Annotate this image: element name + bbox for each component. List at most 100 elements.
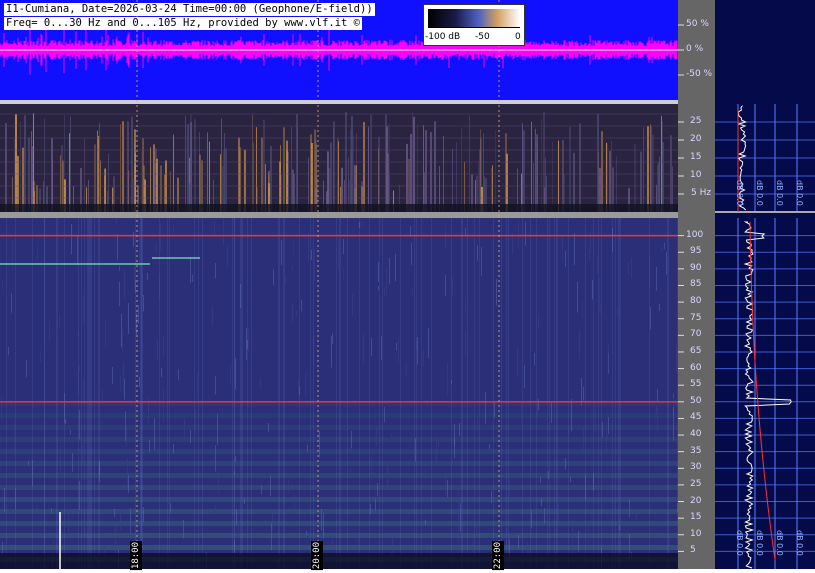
spectrogram-high-streak — [619, 218, 620, 569]
spectrogram-high-speck — [387, 467, 388, 489]
colorbar-gradient — [428, 9, 520, 27]
spectrogram-high-speck — [656, 267, 657, 291]
spectrogram-high-speck — [195, 410, 196, 435]
spectrogram-high-speck — [83, 295, 84, 323]
spectrogram-high-speck — [381, 336, 382, 360]
spectrogram-high-streak — [299, 218, 300, 569]
spectrogram-high-streak — [530, 218, 531, 569]
spectrogram-high-streak — [347, 218, 348, 569]
spectrogram-high-speck — [534, 353, 535, 366]
spectrogram-high-speck — [147, 273, 148, 280]
spectrogram-high-streak — [90, 218, 91, 569]
spectrogram-high-speck — [248, 328, 249, 352]
spectrogram-high-speck — [452, 278, 453, 296]
spectrogram-high-speck — [375, 499, 376, 511]
spectrogram-high-speck — [2, 281, 3, 289]
spectrogram-high-streak — [451, 218, 452, 569]
spectrogram-high-speck — [260, 379, 261, 389]
spectrogram-high-speck — [583, 427, 584, 453]
spectrogram-low-streak — [199, 154, 201, 212]
header-frequency: Freq= 0...30 Hz and 0...105 Hz, provided… — [4, 17, 363, 30]
spectrogram-high-speck — [215, 376, 216, 395]
spectrogram-high-speck — [83, 379, 84, 405]
spectrogram-display: I1-Cumiana, Date=2026-03-24 Time=00:00 (… — [0, 0, 815, 573]
spectrogram-high-speck — [105, 320, 106, 347]
spectrogram-high-streak — [618, 218, 619, 569]
spectrogram-high-streak — [194, 218, 195, 569]
spectrogram-low-streak — [28, 137, 30, 212]
spectrogram-high-speck — [631, 257, 632, 280]
spectrogram-high-streak — [461, 218, 462, 569]
spectrogram-high-speck — [268, 423, 269, 433]
spectrogram-high-speck — [246, 328, 247, 360]
spectrogram-low-streak — [338, 141, 339, 212]
spectrogram-low-streak — [456, 142, 457, 212]
spectrogram-high-speck — [351, 431, 352, 449]
spectrogram-high-speck — [236, 509, 237, 526]
spectrogram-high-speck — [70, 430, 71, 435]
spectrogram-high-tick-label: 95 — [690, 246, 702, 257]
spectrogram-high-speck — [656, 405, 657, 416]
spectrogram-high-speck — [531, 510, 532, 529]
spectrogram-low-streak — [69, 133, 70, 212]
spectrogram-high-speck — [447, 363, 448, 395]
spectrogram-high-tick-label: 55 — [690, 379, 702, 390]
spectrogram-high-speck — [65, 419, 66, 425]
spectrogram-high-speck — [117, 234, 118, 260]
spectrogram-high-speck — [460, 503, 461, 532]
spectrogram-high-tick-label: 50 — [690, 395, 702, 406]
colorbar-legend: -100 dB -50 0 — [423, 4, 525, 46]
spectrogram-high-speck — [79, 366, 80, 371]
spectrogram-high-speck — [190, 430, 191, 444]
spectrogram-high-streak — [242, 218, 243, 569]
spectrogram-high-streak — [313, 218, 314, 569]
spectrogram-high-speck — [124, 379, 125, 400]
spectrogram-high-speck — [37, 247, 38, 259]
spectrogram-low-streak — [207, 132, 208, 212]
spectrogram-high-streak — [431, 218, 432, 569]
spectrogram-high-speck — [323, 513, 324, 539]
spectrogram-low-tick-label: 15 — [690, 152, 702, 162]
spectrogram-low-tick-label: 20 — [690, 134, 702, 144]
spectrogram-high-speck — [664, 243, 665, 250]
spectrogram-high-speck — [544, 508, 545, 524]
spectrogram-high-speck — [657, 408, 658, 432]
spectrogram-low-streak — [368, 126, 369, 212]
spectrogram-high-speck — [122, 330, 123, 353]
spectrogram-high-tick-label: 35 — [690, 445, 702, 456]
spectrogram-high-speck — [592, 280, 593, 300]
spectrogram-low-streak — [142, 138, 144, 212]
spectrogram-high-speck — [458, 490, 459, 520]
spectrogram-high-streak — [615, 218, 616, 569]
spectrogram-high-speck — [458, 525, 459, 555]
spectrogram-high-streak — [598, 218, 599, 569]
spectrogram-high-streak — [140, 218, 141, 569]
spectrogram-high-streak — [240, 218, 241, 569]
spectrogram-high-speck — [273, 269, 274, 286]
spectrogram-high-speck — [571, 399, 572, 432]
spectrogram-high-streak — [536, 218, 537, 569]
spectrogram-low-streak — [97, 130, 98, 212]
spectrogram-low-streak — [370, 114, 372, 212]
spectrogram-high-tick-label: 90 — [690, 262, 702, 273]
spectrogram-high-speck — [59, 315, 60, 329]
colorbar-label-max: 0 — [515, 32, 521, 42]
spectrogram-high-streak — [585, 218, 586, 569]
spectrogram-high-speck — [120, 376, 121, 393]
spectrogram-high-tick-label: 80 — [690, 296, 702, 307]
spectrogram-high-streak — [557, 218, 558, 569]
spectrogram-high-speck — [392, 534, 393, 556]
spectrogram-high-speck — [343, 239, 344, 255]
spectrogram-high-speck — [183, 520, 184, 539]
spectrogram-low-streak — [616, 156, 617, 212]
spectrogram-high-streak — [310, 218, 311, 569]
spectrogram-high-speck — [558, 494, 559, 522]
spectrogram-high-speck — [396, 343, 397, 351]
spectrogram-low-streak — [522, 123, 523, 212]
spectrogram-high-speck — [296, 311, 297, 317]
spectrogram-high-speck — [636, 512, 637, 520]
spectrogram-high-speck — [112, 367, 113, 384]
spectrogram-high-tick-label: 60 — [690, 362, 702, 373]
spectrogram-high-streak — [247, 218, 248, 569]
spectrogram-low-streak — [536, 134, 538, 212]
